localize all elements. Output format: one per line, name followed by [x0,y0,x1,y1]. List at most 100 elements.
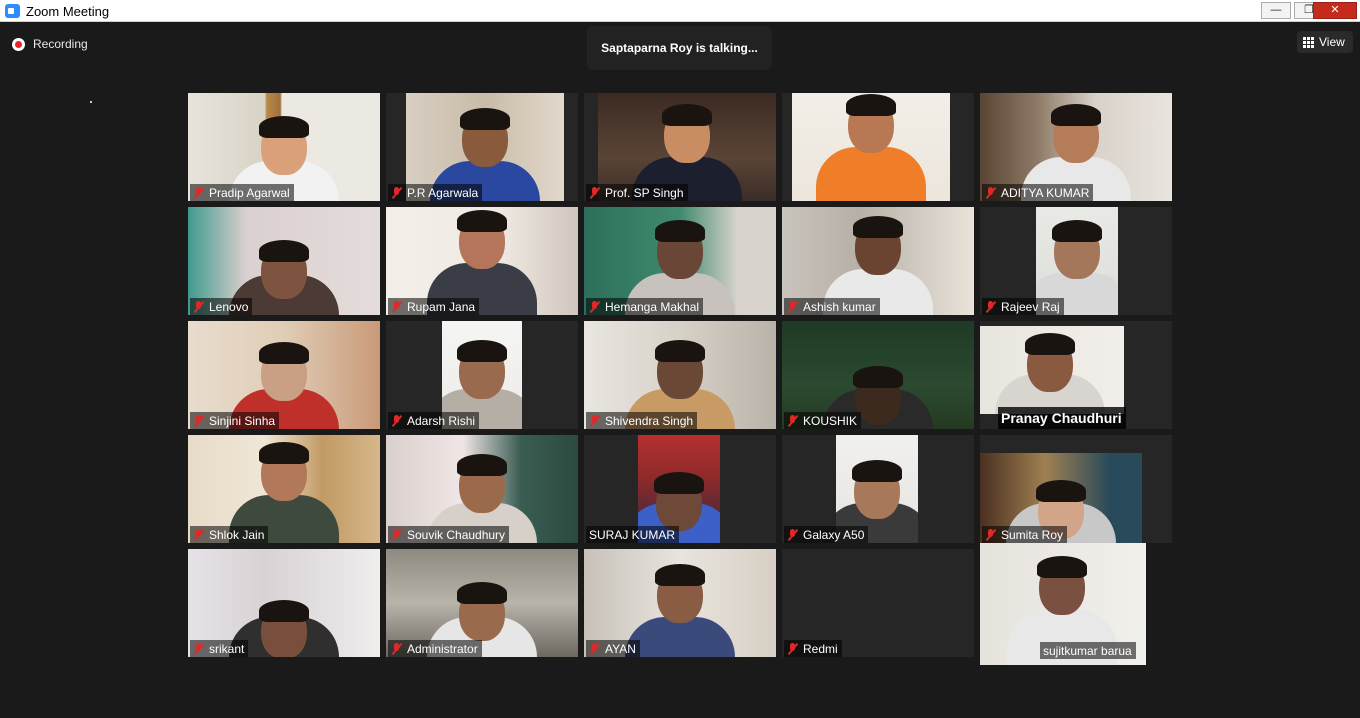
participant-name: Galaxy A50 [803,527,865,542]
person-hair [655,220,705,242]
muted-mic-icon [589,642,600,655]
participant-name-tag: Sumita Roy [982,526,1068,543]
muted-mic-icon [589,186,600,199]
participant-name-tag: Pranay Chaudhuri [998,407,1126,429]
participant-name: Administrator [407,641,478,656]
participant-name: Redmi [803,641,838,656]
participant-tile[interactable]: KOUSHIK [782,321,974,429]
participant-tile[interactable]: Sinjini Sinha [188,321,380,429]
participant-name-tag: P.R Agarwala [388,184,483,201]
person-hair [853,216,903,238]
person-hair [1051,104,1101,126]
participant-name: KOUSHIK [803,413,858,428]
stray-dot [90,101,92,103]
person-hair [852,460,902,482]
participant-name: sujitkumar barua [1043,643,1132,658]
muted-mic-icon [391,642,402,655]
participant-name: Shlok Jain [209,527,265,542]
participant-name-tag: Sinjini Sinha [190,412,280,429]
participant-name-tag: ADITYA KUMAR [982,184,1094,201]
participant-name-tag: KOUSHIK [784,412,862,429]
participant-name: Rupam Jana [407,299,476,314]
participant-name: Prof. SP Singh [605,185,684,200]
participant-name-tag: Souvik Chaudhury [388,526,510,543]
participant-tile[interactable]: Rupam Jana [386,207,578,315]
participant-name-tag: Redmi [784,640,842,657]
participant-name-tag: Administrator [388,640,482,657]
participant-tile[interactable]: Hemanga Makhal [584,207,776,315]
person-hair [853,366,903,388]
person-hair [457,210,507,232]
participant-tile[interactable]: Pranay Chaudhuri [980,321,1172,429]
participant-name: Rajeev Raj [1001,299,1060,314]
meeting-area: Recording Saptaparna Roy is talking... V… [0,23,1360,718]
participant-name-tag: Pradip Agarwal [190,184,294,201]
participant-tile[interactable]: Sumita Roy [980,435,1172,543]
participant-name-tag: Prof. SP Singh [586,184,688,201]
participant-tile[interactable]: Adarsh Rishi [386,321,578,429]
participant-tile[interactable]: Shlok Jain [188,435,380,543]
participant-tile[interactable]: P.R Agarwala [386,93,578,201]
window-title: Zoom Meeting [26,4,110,19]
title-bar: Zoom Meeting — ❐ ✕ [0,0,1360,22]
participant-tile[interactable]: Ashish kumar [782,207,974,315]
participant-tile[interactable]: Shivendra Singh [584,321,776,429]
participant-name: Lenovo [209,299,249,314]
participant-tile[interactable]: Rajeev Raj [980,207,1172,315]
participant-tile[interactable] [782,93,974,201]
muted-mic-icon [589,300,600,313]
muted-mic-icon [193,300,204,313]
participant-tile[interactable]: sujitkumar barua [980,543,1172,665]
participant-name: Adarsh Rishi [407,413,476,428]
participant-video [792,93,950,201]
person-hair [259,342,309,364]
participant-name: Ashish kumar [803,299,876,314]
participant-tile[interactable]: Galaxy A50 [782,435,974,543]
participant-name: Sinjini Sinha [209,413,276,428]
muted-mic-icon [787,528,798,541]
person-hair [259,600,309,622]
muted-mic-icon [391,300,402,313]
person-silhouette [625,617,735,657]
participant-name: Sumita Roy [1001,527,1064,542]
participant-name-tag: Galaxy A50 [784,526,869,543]
person-hair [1025,333,1075,355]
participant-tile[interactable]: AYAN [584,549,776,657]
muted-mic-icon [391,528,402,541]
person-hair [654,472,704,494]
participant-name-tag: Shivendra Singh [586,412,698,429]
participant-name: Souvik Chaudhury [407,527,506,542]
muted-mic-icon [787,300,798,313]
person-hair [259,116,309,138]
view-label: View [1319,35,1345,49]
participant-name-tag: Shlok Jain [190,526,269,543]
muted-mic-icon [193,186,204,199]
minimize-button[interactable]: — [1261,2,1291,19]
muted-mic-icon [589,414,600,427]
participant-tile[interactable]: Lenovo [188,207,380,315]
participant-name-tag: sujitkumar barua [1040,642,1136,659]
record-icon [12,37,25,51]
participant-tile[interactable]: Redmi [782,549,974,657]
participant-tile[interactable]: Souvik Chaudhury [386,435,578,543]
person-hair [655,564,705,586]
participant-tile[interactable]: SURAJ KUMAR [584,435,776,543]
grid-icon [1303,36,1314,48]
muted-mic-icon [391,186,402,199]
view-button[interactable]: View [1297,31,1353,53]
participant-tile[interactable]: Administrator [386,549,578,657]
recording-label: Recording [33,37,88,51]
participant-tile[interactable]: Prof. SP Singh [584,93,776,201]
close-button[interactable]: ✕ [1313,2,1357,19]
active-speaker-banner: Saptaparna Roy is talking... [587,26,772,70]
muted-mic-icon [985,186,996,199]
participant-name-tag: Lenovo [190,298,253,315]
participant-name-tag: SURAJ KUMAR [586,526,680,543]
participant-tile[interactable]: Pradip Agarwal [188,93,380,201]
person-hair [259,442,309,464]
participant-name: SURAJ KUMAR [589,527,676,542]
recording-indicator[interactable]: Recording [12,36,88,52]
participant-tile[interactable]: ADITYA KUMAR [980,93,1172,201]
participant-tile[interactable]: srikant [188,549,380,657]
person-hair [662,104,712,126]
